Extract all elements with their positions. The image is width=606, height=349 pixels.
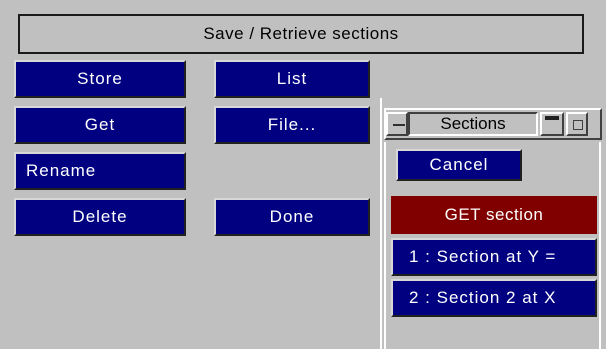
- system-menu-button[interactable]: [386, 112, 408, 136]
- section-list-item-1[interactable]: 1 : Section at Y =: [391, 238, 597, 276]
- window-title: Sections: [408, 112, 538, 136]
- get-section-header: GET section: [391, 196, 597, 234]
- delete-button[interactable]: Delete: [14, 198, 186, 236]
- cancel-button[interactable]: Cancel: [396, 149, 522, 181]
- done-button[interactable]: Done: [214, 198, 370, 236]
- system-menu-icon: [393, 124, 405, 126]
- maximize-icon: [545, 116, 559, 120]
- store-button[interactable]: Store: [14, 60, 186, 98]
- restore-icon: [573, 120, 583, 130]
- get-button[interactable]: Get: [14, 106, 186, 144]
- section-list-item-2[interactable]: 2 : Section 2 at X: [391, 279, 597, 317]
- maximize-button[interactable]: [540, 112, 564, 136]
- panel-title: Save / Retrieve sections: [18, 14, 584, 54]
- file-button[interactable]: File...: [214, 106, 370, 144]
- window-border-right: [599, 142, 601, 349]
- list-button[interactable]: List: [214, 60, 370, 98]
- minimize-button[interactable]: [566, 112, 588, 136]
- rename-button[interactable]: Rename: [14, 152, 186, 190]
- window-border-left: [384, 142, 386, 349]
